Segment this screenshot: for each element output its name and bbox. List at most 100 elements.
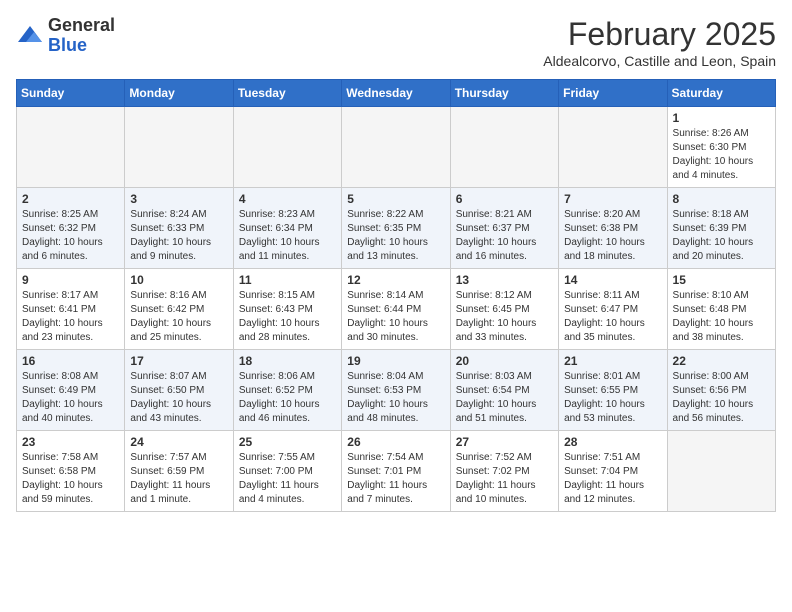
weekday-header-monday: Monday (125, 80, 233, 107)
calendar-day-cell: 24 Sunrise: 7:57 AM Sunset: 6:59 PM Dayli… (125, 431, 233, 512)
calendar-day-cell: 10 Sunrise: 8:16 AM Sunset: 6:42 PM Dayli… (125, 269, 233, 350)
calendar-day-cell: 1Sunrise: 8:26 AM Sunset: 6:30 PM Daylig… (667, 107, 775, 188)
calendar-week-row: 1Sunrise: 8:26 AM Sunset: 6:30 PM Daylig… (17, 107, 776, 188)
day-number: 26 (347, 435, 444, 449)
calendar-table: SundayMondayTuesdayWednesdayThursdayFrid… (16, 79, 776, 512)
day-info: Sunrise: 8:18 AM Sunset: 6:39 PM Dayligh… (673, 208, 770, 264)
calendar-day-cell: 21Sunrise: 8:01 AM Sunset: 6:55 PM Dayli… (559, 350, 667, 431)
calendar-day-cell: 7 Sunrise: 8:20 AM Sunset: 6:38 PM Daylig… (559, 188, 667, 269)
calendar-day-cell: 13 Sunrise: 8:12 AM Sunset: 6:45 PM Dayli… (450, 269, 558, 350)
day-number: 24 (130, 435, 227, 449)
day-info: Sunrise: 8:03 AM Sunset: 6:54 PM Dayligh… (456, 370, 553, 426)
day-info: Sunrise: 8:06 AM Sunset: 6:52 PM Dayligh… (239, 370, 336, 426)
day-info: Sunrise: 8:01 AM Sunset: 6:55 PM Dayligh… (564, 370, 661, 426)
calendar-day-cell: 3Sunrise: 8:24 AM Sunset: 6:33 PM Daylig… (125, 188, 233, 269)
day-number: 25 (239, 435, 336, 449)
day-number: 17 (130, 354, 227, 368)
logo-icon (16, 22, 44, 50)
day-info: Sunrise: 8:14 AM Sunset: 6:44 PM Dayligh… (347, 289, 444, 345)
day-number: 2 (22, 192, 119, 206)
day-number: 16 (22, 354, 119, 368)
calendar-day-cell: 28 Sunrise: 7:51 AM Sunset: 7:04 PM Dayli… (559, 431, 667, 512)
calendar-day-cell: 19 Sunrise: 8:04 AM Sunset: 6:53 PM Dayli… (342, 350, 450, 431)
page-header: General Blue February 2025 Aldealcorvo, … (16, 16, 776, 69)
weekday-header-row: SundayMondayTuesdayWednesdayThursdayFrid… (17, 80, 776, 107)
day-info: Sunrise: 8:16 AM Sunset: 6:42 PM Dayligh… (130, 289, 227, 345)
day-number: 22 (673, 354, 770, 368)
calendar-day-cell: 27Sunrise: 7:52 AM Sunset: 7:02 PM Dayli… (450, 431, 558, 512)
day-number: 23 (22, 435, 119, 449)
day-info: Sunrise: 8:12 AM Sunset: 6:45 PM Dayligh… (456, 289, 553, 345)
calendar-day-cell: 26 Sunrise: 7:54 AM Sunset: 7:01 PM Dayli… (342, 431, 450, 512)
calendar-day-cell: 9Sunrise: 8:17 AM Sunset: 6:41 PM Daylig… (17, 269, 125, 350)
day-number: 3 (130, 192, 227, 206)
day-info: Sunrise: 7:52 AM Sunset: 7:02 PM Dayligh… (456, 451, 553, 507)
day-info: Sunrise: 7:54 AM Sunset: 7:01 PM Dayligh… (347, 451, 444, 507)
location-subtitle: Aldealcorvo, Castille and Leon, Spain (543, 53, 776, 69)
day-number: 15 (673, 273, 770, 287)
weekday-header-saturday: Saturday (667, 80, 775, 107)
calendar-day-cell: 15 Sunrise: 8:10 AM Sunset: 6:48 PM Dayli… (667, 269, 775, 350)
weekday-header-sunday: Sunday (17, 80, 125, 107)
day-number: 18 (239, 354, 336, 368)
calendar-day-cell: 6Sunrise: 8:21 AM Sunset: 6:37 PM Daylig… (450, 188, 558, 269)
day-info: Sunrise: 8:15 AM Sunset: 6:43 PM Dayligh… (239, 289, 336, 345)
day-number: 11 (239, 273, 336, 287)
day-number: 9 (22, 273, 119, 287)
day-number: 14 (564, 273, 661, 287)
calendar-day-cell (667, 431, 775, 512)
calendar-day-cell: 22 Sunrise: 8:00 AM Sunset: 6:56 PM Dayli… (667, 350, 775, 431)
calendar-day-cell: 20 Sunrise: 8:03 AM Sunset: 6:54 PM Dayli… (450, 350, 558, 431)
calendar-day-cell: 4 Sunrise: 8:23 AM Sunset: 6:34 PM Daylig… (233, 188, 341, 269)
day-number: 19 (347, 354, 444, 368)
day-info: Sunrise: 7:51 AM Sunset: 7:04 PM Dayligh… (564, 451, 661, 507)
calendar-day-cell: 2Sunrise: 8:25 AM Sunset: 6:32 PM Daylig… (17, 188, 125, 269)
calendar-day-cell (233, 107, 341, 188)
day-number: 12 (347, 273, 444, 287)
day-info: Sunrise: 8:11 AM Sunset: 6:47 PM Dayligh… (564, 289, 661, 345)
calendar-day-cell: 14 Sunrise: 8:11 AM Sunset: 6:47 PM Dayli… (559, 269, 667, 350)
weekday-header-tuesday: Tuesday (233, 80, 341, 107)
day-info: Sunrise: 8:08 AM Sunset: 6:49 PM Dayligh… (22, 370, 119, 426)
day-number: 6 (456, 192, 553, 206)
day-info: Sunrise: 7:57 AM Sunset: 6:59 PM Dayligh… (130, 451, 227, 507)
day-info: Sunrise: 8:07 AM Sunset: 6:50 PM Dayligh… (130, 370, 227, 426)
logo-general: General (48, 15, 115, 35)
weekday-header-thursday: Thursday (450, 80, 558, 107)
day-number: 13 (456, 273, 553, 287)
day-info: Sunrise: 7:58 AM Sunset: 6:58 PM Dayligh… (22, 451, 119, 507)
calendar-day-cell: 16 Sunrise: 8:08 AM Sunset: 6:49 PM Dayli… (17, 350, 125, 431)
day-number: 28 (564, 435, 661, 449)
day-number: 4 (239, 192, 336, 206)
day-info: Sunrise: 8:22 AM Sunset: 6:35 PM Dayligh… (347, 208, 444, 264)
calendar-day-cell: 18 Sunrise: 8:06 AM Sunset: 6:52 PM Dayli… (233, 350, 341, 431)
day-number: 7 (564, 192, 661, 206)
title-block: February 2025 Aldealcorvo, Castille and … (543, 16, 776, 69)
calendar-day-cell: 5 Sunrise: 8:22 AM Sunset: 6:35 PM Daylig… (342, 188, 450, 269)
logo-text: General Blue (48, 16, 115, 56)
calendar-day-cell (17, 107, 125, 188)
logo-blue: Blue (48, 35, 87, 55)
calendar-day-cell (125, 107, 233, 188)
day-info: Sunrise: 8:00 AM Sunset: 6:56 PM Dayligh… (673, 370, 770, 426)
calendar-day-cell: 17 Sunrise: 8:07 AM Sunset: 6:50 PM Dayli… (125, 350, 233, 431)
calendar-day-cell (559, 107, 667, 188)
day-info: Sunrise: 8:10 AM Sunset: 6:48 PM Dayligh… (673, 289, 770, 345)
calendar-day-cell (342, 107, 450, 188)
day-number: 10 (130, 273, 227, 287)
day-info: Sunrise: 8:04 AM Sunset: 6:53 PM Dayligh… (347, 370, 444, 426)
calendar-week-row: 16 Sunrise: 8:08 AM Sunset: 6:49 PM Dayli… (17, 350, 776, 431)
month-title: February 2025 (543, 16, 776, 53)
calendar-day-cell: 12 Sunrise: 8:14 AM Sunset: 6:44 PM Dayli… (342, 269, 450, 350)
calendar-day-cell (450, 107, 558, 188)
day-info: Sunrise: 7:55 AM Sunset: 7:00 PM Dayligh… (239, 451, 336, 507)
day-info: Sunrise: 8:20 AM Sunset: 6:38 PM Dayligh… (564, 208, 661, 264)
day-number: 5 (347, 192, 444, 206)
day-number: 20 (456, 354, 553, 368)
calendar-day-cell: 8Sunrise: 8:18 AM Sunset: 6:39 PM Daylig… (667, 188, 775, 269)
day-number: 1 (673, 111, 770, 125)
calendar-day-cell: 25 Sunrise: 7:55 AM Sunset: 7:00 PM Dayli… (233, 431, 341, 512)
day-info: Sunrise: 8:23 AM Sunset: 6:34 PM Dayligh… (239, 208, 336, 264)
logo: General Blue (16, 16, 115, 56)
weekday-header-wednesday: Wednesday (342, 80, 450, 107)
